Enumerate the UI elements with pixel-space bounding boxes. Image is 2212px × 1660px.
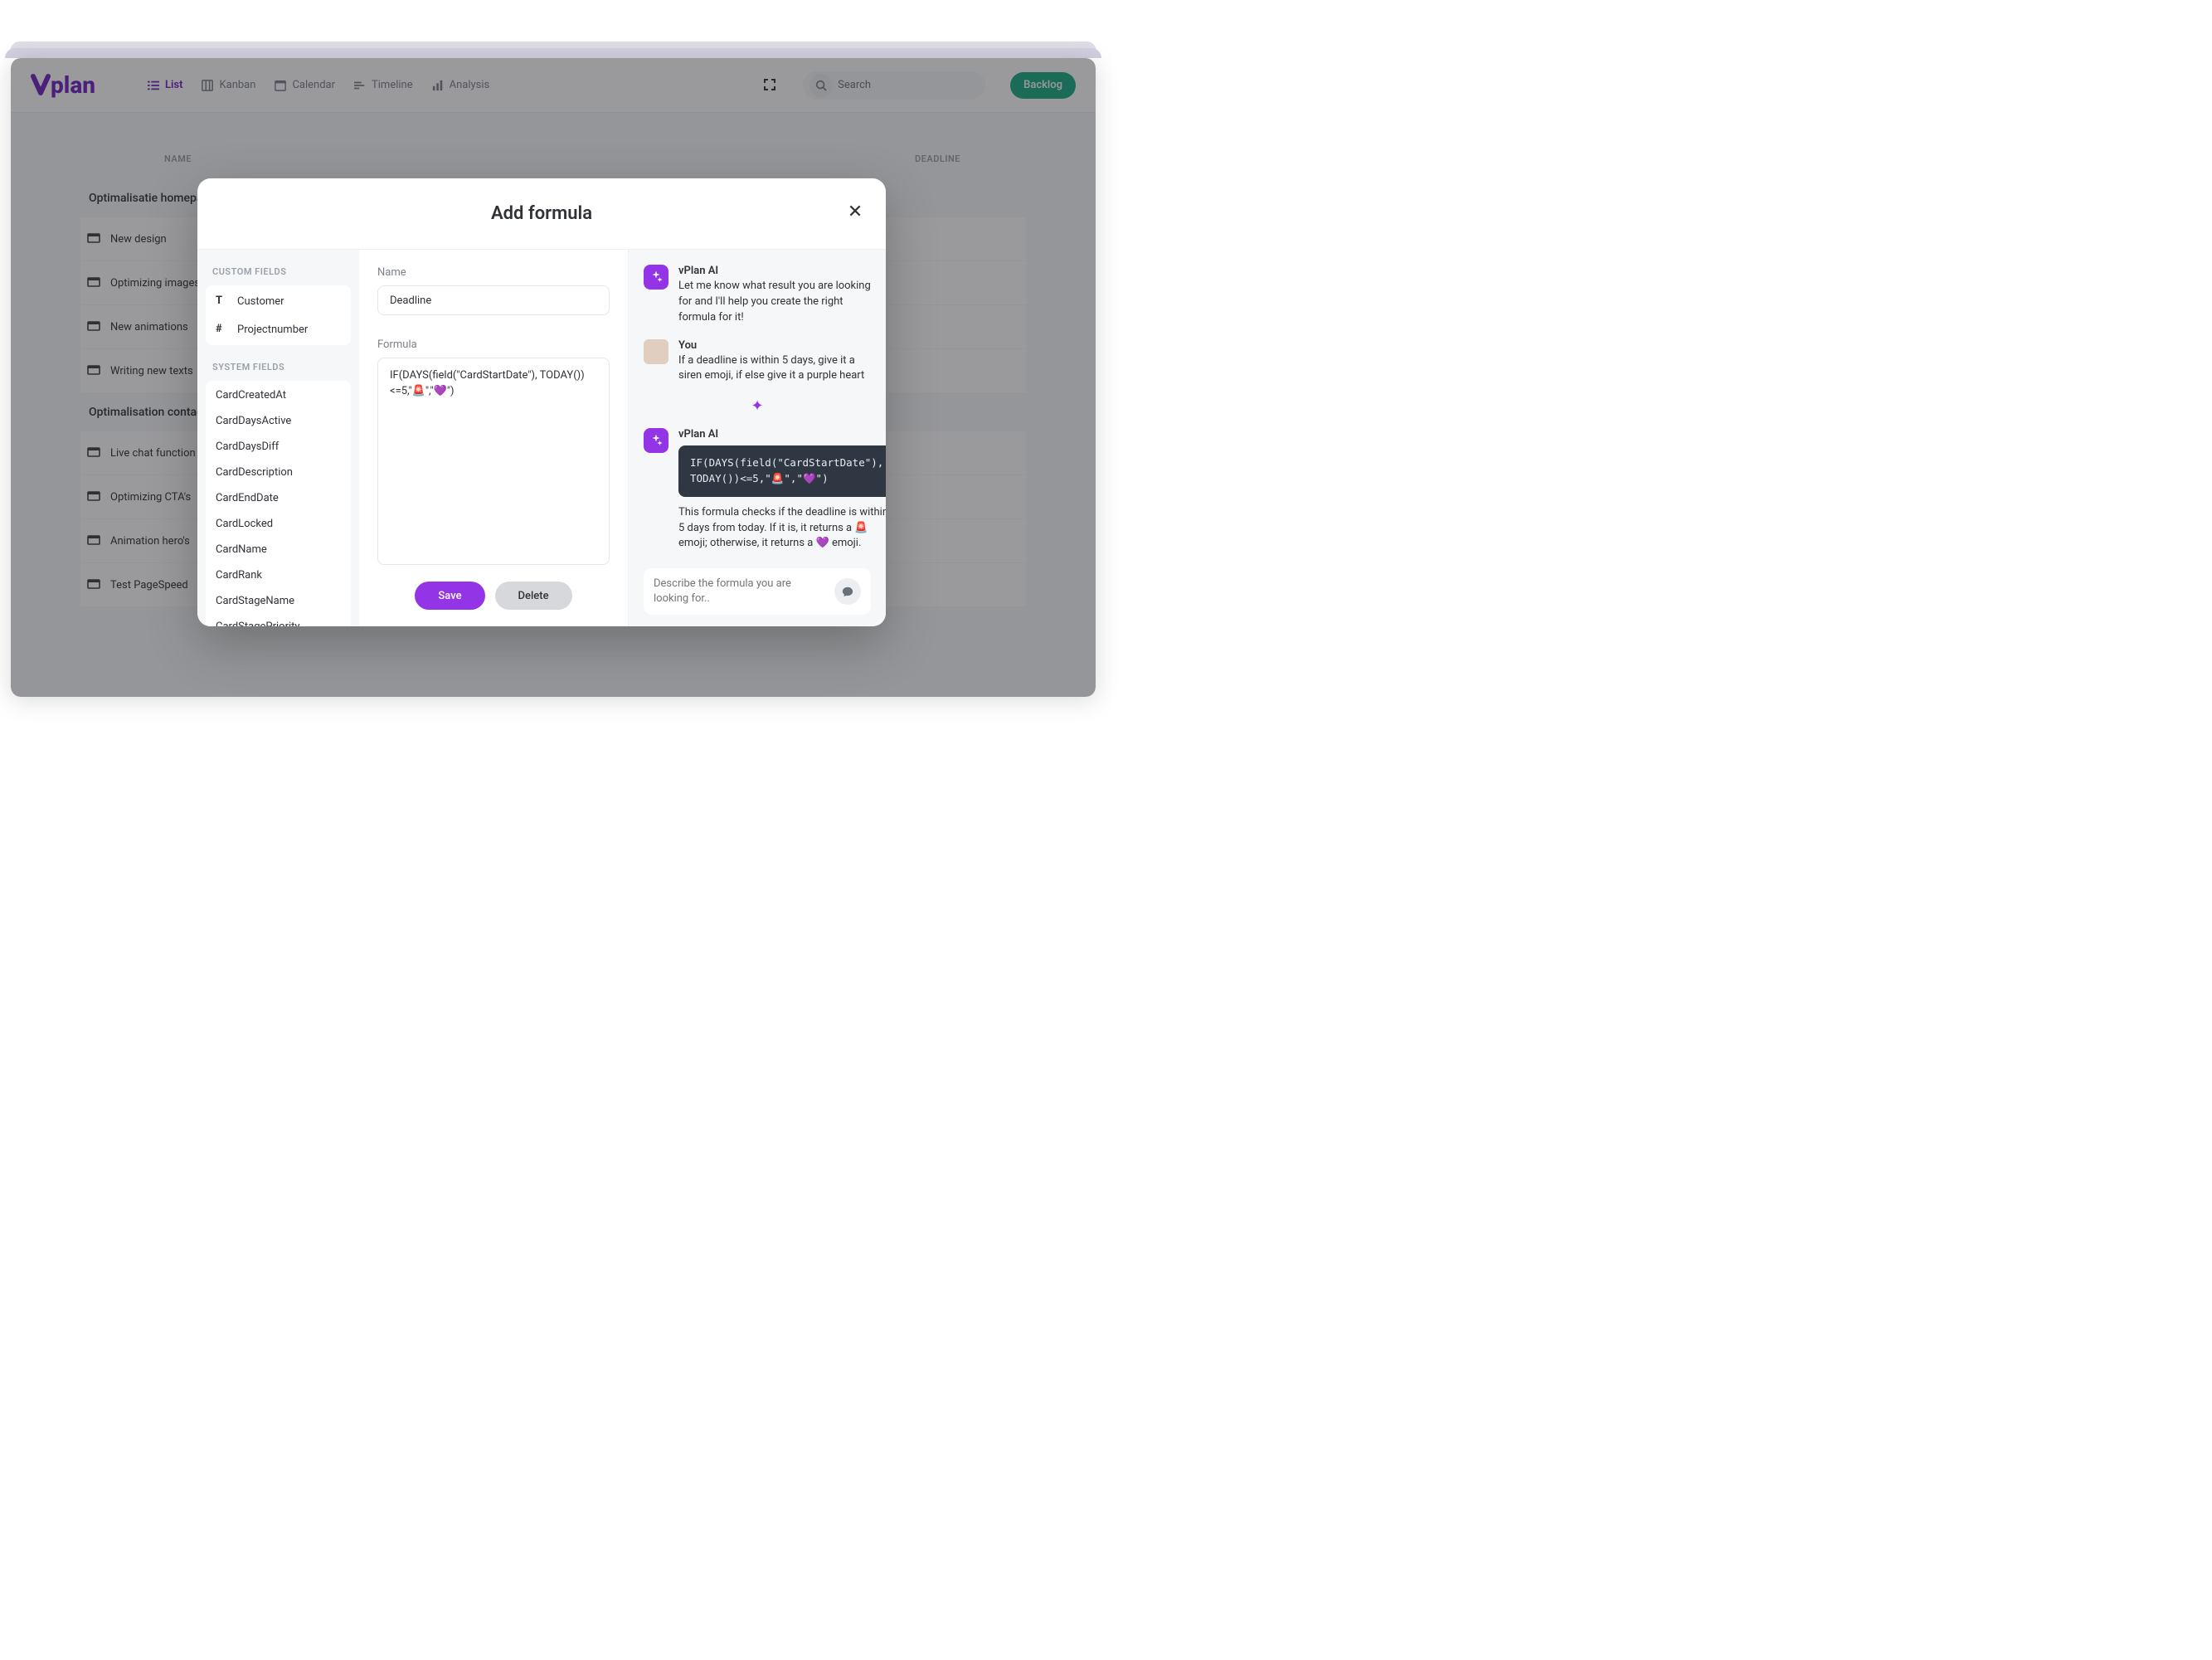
field-item[interactable]: CardDaysDiff bbox=[206, 434, 351, 460]
window-stack-shadow bbox=[5, 48, 1101, 58]
user-message-text: If a deadline is within 5 days, give it … bbox=[678, 353, 871, 385]
send-button[interactable] bbox=[834, 578, 861, 605]
ai-prompt-input[interactable] bbox=[654, 577, 826, 606]
app-window: plan List Kanban Calendar bbox=[11, 58, 1096, 697]
ai-message: vPlan AI IF(DAYS(field("CardStartDate"),… bbox=[644, 428, 871, 552]
field-item[interactable]: CardStagePriority bbox=[206, 614, 351, 626]
user-message: You If a deadline is within 5 days, give… bbox=[644, 339, 871, 385]
ai-message: vPlan AI Let me know what result you are… bbox=[644, 265, 871, 326]
ai-code-block: IF(DAYS(field("CardStartDate"), TODAY())… bbox=[678, 445, 886, 497]
field-item[interactable]: T Customer bbox=[206, 287, 351, 315]
field-label: CardDaysActive bbox=[216, 415, 291, 427]
number-type-icon: # bbox=[216, 323, 229, 336]
formula-textarea[interactable]: IF(DAYS(field("CardStartDate"), TODAY())… bbox=[377, 358, 610, 565]
field-item[interactable]: CardStageName bbox=[206, 588, 351, 614]
system-fields-list: CardCreatedAt CardDaysActive CardDaysDif… bbox=[206, 381, 351, 626]
ai-intro-text: Let me know what result you are looking … bbox=[678, 279, 871, 326]
system-fields-header: SYSTEM FIELDS bbox=[206, 357, 351, 381]
modal-title: Add formula bbox=[491, 203, 592, 224]
name-field-label: Name bbox=[377, 266, 610, 279]
field-label: CardStagePriority bbox=[216, 621, 300, 626]
field-item[interactable]: CardDescription bbox=[206, 460, 351, 485]
user-avatar bbox=[644, 339, 668, 364]
sparkle-icon bbox=[644, 265, 668, 290]
formula-form: Name Formula IF(DAYS(field("CardStartDat… bbox=[359, 250, 629, 626]
ai-explain-text: This formula checks if the deadline is w… bbox=[678, 505, 886, 553]
ai-sender-name: vPlan AI bbox=[678, 428, 886, 441]
save-button[interactable]: Save bbox=[415, 582, 484, 610]
formula-name-input[interactable] bbox=[377, 285, 610, 315]
field-label: CardDescription bbox=[216, 466, 293, 479]
fields-panel: CUSTOM FIELDS T Customer # Projectnumber… bbox=[197, 250, 359, 626]
field-item[interactable]: CardDaysActive bbox=[206, 408, 351, 434]
field-label: CardEndDate bbox=[216, 492, 279, 504]
close-icon[interactable] bbox=[848, 203, 866, 221]
custom-fields-list: T Customer # Projectnumber bbox=[206, 285, 351, 345]
field-label: CardCreatedAt bbox=[216, 389, 286, 402]
modal-header: Add formula bbox=[197, 178, 886, 250]
field-label: CardRank bbox=[216, 569, 262, 582]
delete-button[interactable]: Delete bbox=[495, 582, 572, 610]
add-formula-modal: Add formula CUSTOM FIELDS T Customer # P… bbox=[197, 178, 886, 626]
field-label: CardLocked bbox=[216, 518, 273, 530]
field-label: CardDaysDiff bbox=[216, 441, 279, 453]
field-item[interactable]: # Projectnumber bbox=[206, 315, 351, 343]
sparkle-icon bbox=[644, 428, 668, 453]
field-label: Projectnumber bbox=[237, 324, 308, 336]
formula-field-label: Formula bbox=[377, 338, 610, 351]
field-label: Customer bbox=[237, 295, 284, 308]
chat-icon bbox=[842, 586, 853, 597]
field-item[interactable]: CardRank bbox=[206, 562, 351, 588]
ai-panel: vPlan AI Let me know what result you are… bbox=[629, 250, 886, 626]
user-sender-name: You bbox=[678, 339, 871, 352]
field-label: CardStageName bbox=[216, 595, 294, 607]
field-item[interactable]: CardName bbox=[206, 537, 351, 562]
field-label: CardName bbox=[216, 543, 267, 556]
sparkle-divider-icon: ✦ bbox=[644, 397, 871, 415]
field-item[interactable]: CardEndDate bbox=[206, 485, 351, 511]
ai-prompt-box bbox=[644, 568, 871, 615]
custom-fields-header: CUSTOM FIELDS bbox=[206, 261, 351, 285]
field-item[interactable]: CardCreatedAt bbox=[206, 382, 351, 408]
text-type-icon: T bbox=[216, 295, 229, 308]
ai-sender-name: vPlan AI bbox=[678, 265, 871, 277]
field-item[interactable]: CardLocked bbox=[206, 511, 351, 537]
